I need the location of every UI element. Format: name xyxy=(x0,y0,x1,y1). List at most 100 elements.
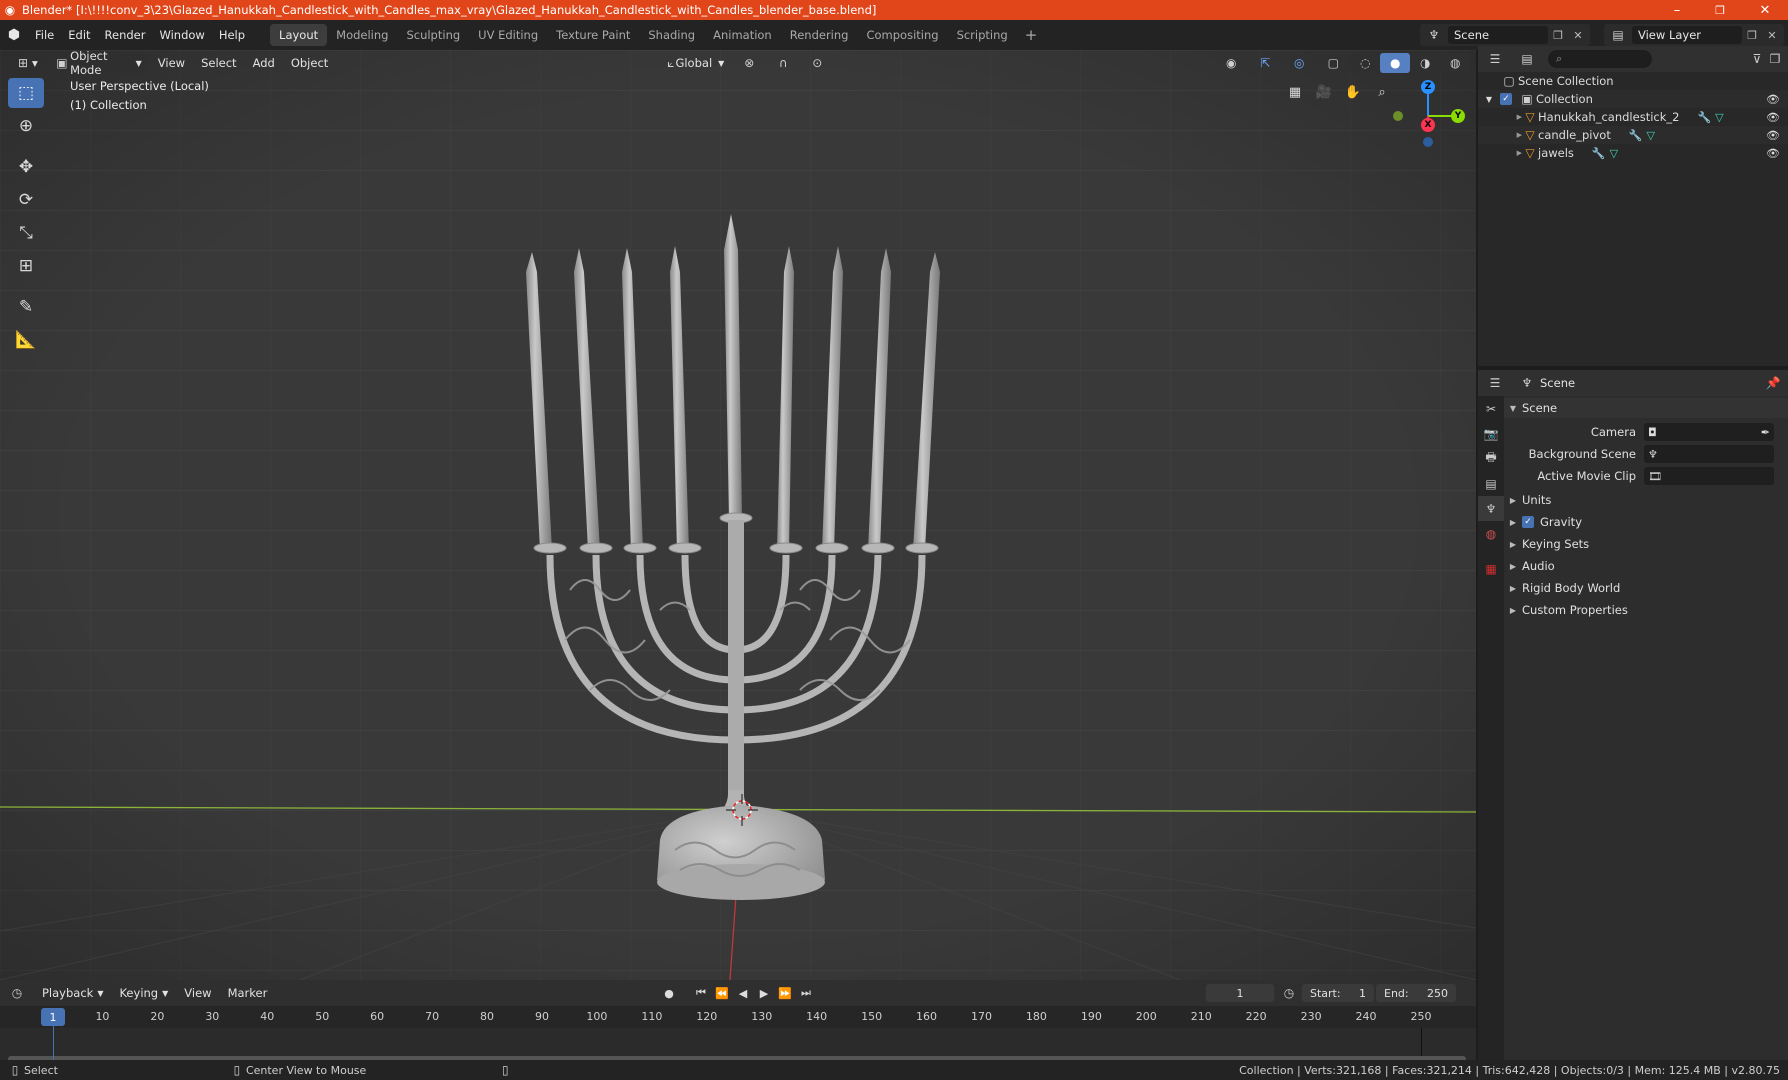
play-icon[interactable]: ▶ xyxy=(755,984,773,1002)
maximize-button[interactable]: ❐ xyxy=(1697,0,1743,20)
render-tab-icon[interactable]: 📷 xyxy=(1478,421,1504,446)
view-layer-tab-icon[interactable]: ▤ xyxy=(1478,471,1504,496)
tab-sculpting[interactable]: Sculpting xyxy=(397,24,469,46)
eye-icon[interactable]: 👁 xyxy=(1766,93,1780,106)
tab-uv-editing[interactable]: UV Editing xyxy=(469,24,547,46)
jump-end-icon[interactable]: ⏭ xyxy=(797,984,815,1002)
outliner-search-input[interactable]: ⌕ xyxy=(1548,50,1652,68)
audio-panel-header[interactable]: ▶ Audio xyxy=(1504,556,1788,576)
shading-wireframe[interactable]: ◌ xyxy=(1350,53,1381,73)
stopwatch-icon[interactable]: ◷ xyxy=(1280,984,1298,1002)
frame-ruler[interactable]: 10 20 30 40 50 60 70 80 90 100 110 120 130 140 150 160 1… xyxy=(0,1006,1476,1028)
output-tab-icon[interactable]: 🖶 xyxy=(1478,446,1504,471)
outliner-object-row[interactable]: ▶ ▽ jawels 🔧 ▽ 👁 xyxy=(1478,144,1788,162)
menu-playback[interactable]: Playback ▼ xyxy=(36,983,109,1003)
menu-timeline-view[interactable]: View xyxy=(178,983,217,1003)
keying-sets-panel-header[interactable]: ▶ Keying Sets xyxy=(1504,534,1788,554)
visibility-button[interactable]: ◉ xyxy=(1216,53,1246,73)
units-panel-header[interactable]: ▶ Units xyxy=(1504,490,1788,510)
proportional-edit-button[interactable]: ⊙ xyxy=(802,53,832,73)
menu-add[interactable]: Add xyxy=(247,53,281,73)
display-mode-icon[interactable]: ▤ xyxy=(1518,50,1536,68)
filter-icon[interactable]: ⊽ xyxy=(1748,50,1766,68)
gizmo-toggle[interactable]: ⇱ xyxy=(1250,53,1280,73)
scene-name-field[interactable]: Scene xyxy=(1448,26,1548,44)
select-box-tool-icon[interactable]: ⬚ xyxy=(8,78,44,108)
move-tool-icon[interactable]: ✥ xyxy=(8,152,44,182)
scene-selector[interactable]: ♆ Scene ❐ ✕ xyxy=(1420,24,1590,46)
current-frame-indicator[interactable]: 1 xyxy=(41,1008,65,1026)
jump-start-icon[interactable]: ⏮ xyxy=(692,984,710,1002)
delete-view-layer-icon[interactable]: ✕ xyxy=(1762,29,1782,42)
eye-icon[interactable]: 👁 xyxy=(1766,147,1780,160)
menu-render[interactable]: Render xyxy=(98,20,153,50)
menu-window[interactable]: Window xyxy=(152,20,211,50)
editor-type-button[interactable]: ⊞ ▾ xyxy=(8,53,44,73)
add-workspace-button[interactable]: + xyxy=(1017,26,1046,44)
expand-arrow-icon[interactable]: ▶ xyxy=(1478,131,1522,139)
expand-arrow-icon[interactable]: ▶ xyxy=(1478,149,1522,157)
pan-view-icon[interactable]: ✋ xyxy=(1341,80,1365,104)
eye-icon[interactable]: 👁 xyxy=(1766,111,1780,124)
camera-field[interactable]: ◘ ✒ xyxy=(1644,423,1774,441)
menu-help[interactable]: Help xyxy=(212,20,252,50)
xray-toggle[interactable]: ▢ xyxy=(1318,53,1348,73)
world-tab-icon[interactable]: ◍ xyxy=(1478,521,1504,546)
outliner-object-row[interactable]: ▶ ▽ candle_pivot 🔧 ▽ 👁 xyxy=(1478,126,1788,144)
menu-select[interactable]: Select xyxy=(195,53,242,73)
tab-compositing[interactable]: Compositing xyxy=(857,24,947,46)
current-frame-field[interactable]: 1 xyxy=(1206,984,1274,1002)
rigid-body-panel-header[interactable]: ▶ Rigid Body World xyxy=(1504,578,1788,598)
zoom-view-icon[interactable]: ⌕ xyxy=(1370,80,1394,104)
next-keyframe-icon[interactable]: ⏩ xyxy=(776,984,794,1002)
tab-animation[interactable]: Animation xyxy=(704,24,781,46)
menu-view[interactable]: View xyxy=(152,53,191,73)
object-mode-dropdown[interactable]: ▣ Object Mode ▼ xyxy=(47,50,148,77)
blender-menu-icon[interactable]: ⬢ xyxy=(0,20,28,50)
menu-file[interactable]: File xyxy=(28,20,61,50)
outliner-object-row[interactable]: ▶ ▽ Hanukkah_candlestick_2 🔧 ▽ 👁 xyxy=(1478,108,1788,126)
movieclip-field[interactable]: 🎞 xyxy=(1644,467,1774,485)
texture-tab-icon[interactable]: ▦ xyxy=(1478,556,1504,581)
shading-material[interactable]: ◑ xyxy=(1410,53,1441,73)
delete-scene-icon[interactable]: ✕ xyxy=(1568,29,1588,42)
play-reverse-icon[interactable]: ◀ xyxy=(734,984,752,1002)
rotate-tool-icon[interactable]: ⟳ xyxy=(8,185,44,215)
start-frame-field[interactable]: Start: 1 xyxy=(1302,984,1374,1002)
camera-view-icon[interactable]: 🎥 xyxy=(1312,80,1336,104)
tab-layout[interactable]: Layout xyxy=(270,24,328,46)
scale-tool-icon[interactable]: ⤡ xyxy=(8,218,44,248)
view-layer-selector[interactable]: ▤ View Layer ❐ ✕ xyxy=(1604,24,1784,46)
expand-arrow-icon[interactable]: ▶ xyxy=(1478,113,1522,121)
measure-tool-icon[interactable]: 📐 xyxy=(8,325,44,355)
tab-texture-paint[interactable]: Texture Paint xyxy=(547,24,639,46)
menu-keying[interactable]: Keying ▼ xyxy=(113,983,174,1003)
menu-edit[interactable]: Edit xyxy=(61,20,97,50)
prev-keyframe-icon[interactable]: ⏪ xyxy=(713,984,731,1002)
minimize-button[interactable]: – xyxy=(1654,0,1700,20)
tool-tab-icon[interactable]: ✂ xyxy=(1478,396,1504,421)
menu-marker[interactable]: Marker xyxy=(222,983,274,1003)
outliner-editor-icon[interactable]: ☰ xyxy=(1486,50,1504,68)
gizmo-x-axis[interactable]: X xyxy=(1421,118,1435,132)
outliner-collection[interactable]: ▼ ✓ ▣ Collection 👁 xyxy=(1478,90,1788,108)
shading-solid[interactable]: ● xyxy=(1380,53,1411,73)
eye-icon[interactable]: 👁 xyxy=(1766,129,1780,142)
new-view-layer-icon[interactable]: ❐ xyxy=(1742,29,1762,42)
gizmo-y-axis[interactable]: Y xyxy=(1451,109,1465,123)
shading-rendered[interactable]: ◍ xyxy=(1440,53,1471,73)
outliner-scene-collection[interactable]: ▢ Scene Collection xyxy=(1478,72,1788,90)
cursor-tool-icon[interactable]: ⊕ xyxy=(8,111,44,141)
3d-viewport[interactable]: ⊞ ▾ ▣ Object Mode ▼ View Select Add Objec… xyxy=(0,50,1476,980)
pivot-point-button[interactable]: ⊗ xyxy=(734,53,764,73)
gizmo-z-axis[interactable]: Z xyxy=(1421,80,1435,94)
record-icon[interactable]: ● xyxy=(660,984,678,1002)
scene-panel-header[interactable]: ▼ Scene xyxy=(1504,398,1788,418)
background-scene-field[interactable]: ♆ xyxy=(1644,445,1774,463)
expand-arrow-icon[interactable]: ▼ xyxy=(1478,95,1500,104)
gravity-panel-header[interactable]: ▶ ✓ Gravity xyxy=(1504,512,1788,532)
tab-shading[interactable]: Shading xyxy=(639,24,704,46)
pin-icon[interactable]: 📌 xyxy=(1764,374,1782,392)
menu-object[interactable]: Object xyxy=(285,53,334,73)
new-scene-icon[interactable]: ❐ xyxy=(1548,29,1568,42)
